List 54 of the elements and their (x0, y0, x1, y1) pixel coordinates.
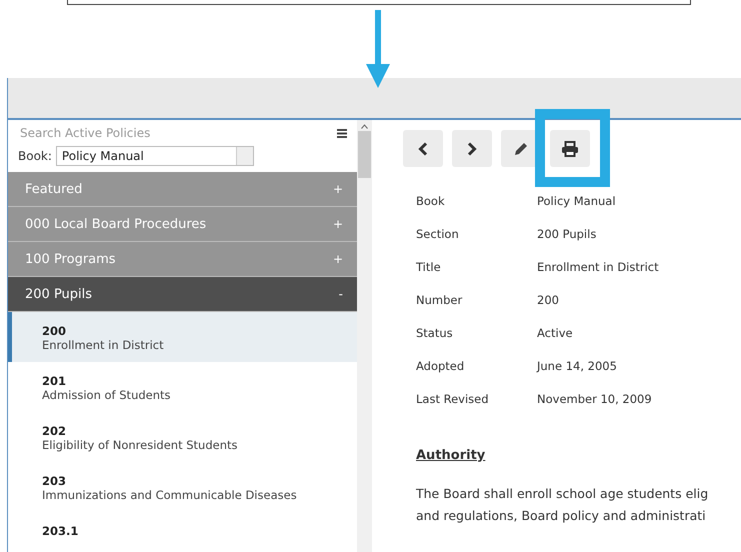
toggle-sign: + (332, 252, 343, 266)
body-text-line: and regulations, Board policy and administrati (416, 507, 706, 525)
body-text-line: The Board shall enroll school age students elig (416, 485, 708, 503)
policy-title: Admission of Students (42, 388, 172, 403)
section-label: 200 Pupils (25, 286, 92, 302)
section-header[interactable]: 200 Pupils - (8, 277, 357, 312)
pencil-icon (513, 140, 529, 156)
field-label: Section (416, 226, 460, 243)
policy-item[interactable]: 200 Enrollment in District (8, 312, 357, 362)
section-label: 000 Local Board Procedures (25, 216, 206, 232)
field-label: Status (416, 325, 454, 342)
policy-item[interactable]: 201 Admission of Students (8, 362, 357, 412)
policy-number: 203 (42, 474, 68, 488)
section-label: Featured (25, 182, 82, 196)
policy-title: Eligibility of Nonresident Students (42, 438, 238, 453)
policy-item[interactable]: 203.1 (8, 512, 357, 547)
field-value: Enrollment in District (537, 259, 660, 276)
field-label: Book (416, 193, 446, 210)
book-dropdown[interactable]: Policy Manual (56, 146, 254, 166)
policy-number: 201 (42, 374, 68, 388)
book-label: Book: (18, 149, 52, 163)
field-value: June 14, 2005 (537, 358, 618, 375)
scrollbar[interactable] (357, 120, 372, 552)
field-label: Adopted (416, 358, 466, 375)
policy-title: Enrollment in District (42, 338, 165, 353)
chevron-right-icon (467, 142, 477, 156)
scroll-up-icon[interactable] (361, 124, 368, 129)
policy-number: 203.1 (42, 524, 80, 538)
toggle-sign: - (338, 287, 343, 301)
field-value: Active (537, 325, 574, 342)
next-button[interactable] (452, 130, 492, 167)
field-label: Title (416, 259, 442, 276)
chevron-left-icon (418, 142, 428, 156)
field-value: November 10, 2009 (537, 391, 653, 408)
field-value: Policy Manual (537, 193, 617, 210)
print-button[interactable] (550, 130, 590, 167)
policy-title: Immunizations and Communicable Diseases (42, 488, 298, 503)
field-value: 200 Pupils (537, 226, 598, 243)
field-label: Last Revised (416, 391, 490, 408)
policy-item[interactable]: 202 Eligibility of Nonresident Students (8, 412, 357, 462)
policy-number: 200 (42, 324, 68, 338)
field-value: 200 (537, 292, 560, 309)
policy-number: 202 (42, 424, 68, 438)
toggle-sign: + (332, 182, 343, 196)
toggle-sign: + (332, 217, 343, 231)
scroll-thumb[interactable] (358, 131, 371, 178)
section-label: 100 Programs (25, 252, 116, 266)
search-field[interactable]: Search Active Policies (20, 126, 270, 140)
menu-icon[interactable] (337, 128, 347, 138)
previous-button[interactable] (403, 130, 443, 167)
field-label: Number (416, 292, 464, 309)
policy-item[interactable]: 203 Immunizations and Communicable Diseases (8, 462, 357, 512)
section-heading: Authority (416, 448, 486, 463)
printer-icon (561, 140, 579, 156)
